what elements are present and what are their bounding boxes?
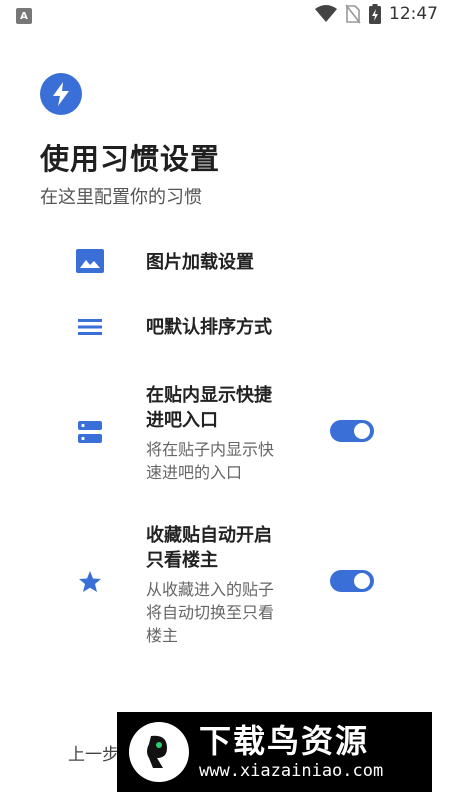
watermark-banner: 下载鸟资源 www.xiazainiao.com: [117, 712, 432, 792]
setting-desc-line: 将自动切换至只看: [146, 603, 275, 622]
status-time: 12:47: [389, 4, 438, 24]
lightning-bolt-icon: [40, 73, 82, 115]
bird-logo-icon: [129, 722, 189, 782]
setting-title: 吧默认排序方式: [146, 317, 272, 338]
battery-charging-icon: [369, 4, 381, 24]
setting-title-line: 收藏贴自动开启: [146, 525, 272, 546]
watermark-url: www.xiazainiao.com: [199, 761, 384, 781]
quick-entry-toggle[interactable]: [330, 420, 374, 442]
setting-desc-line: 从收藏进入的贴子: [146, 580, 275, 599]
favorites-only-op-toggle[interactable]: [330, 570, 374, 592]
setting-title: 图片加载设置: [146, 252, 254, 273]
setting-title-line: 进吧入口: [146, 410, 218, 431]
watermark-title: 下载鸟资源: [199, 722, 370, 760]
setting-desc-line: 速进吧的入口: [146, 463, 243, 482]
setting-desc-line: 将在贴子内显示快: [146, 440, 275, 459]
image-icon: [76, 249, 104, 273]
no-sim-icon: [345, 4, 361, 24]
toggle-knob: [354, 423, 370, 439]
sort-list-icon: [78, 318, 102, 336]
storage-icon: [78, 420, 102, 444]
setting-title-line: 只看楼主: [146, 550, 218, 571]
page-subtitle: 在这里配置你的习惯: [40, 187, 202, 208]
wifi-icon: [315, 5, 337, 22]
setting-title-line: 在贴内显示快捷: [146, 385, 272, 406]
page-title: 使用习惯设置: [40, 142, 221, 176]
star-icon: [78, 570, 102, 594]
toggle-knob: [354, 573, 370, 589]
setting-desc-line: 楼主: [146, 626, 179, 645]
previous-step-button[interactable]: 上一步: [68, 740, 119, 765]
notification-a-icon: A: [16, 8, 32, 24]
status-bar: A 12:47: [0, 0, 450, 32]
